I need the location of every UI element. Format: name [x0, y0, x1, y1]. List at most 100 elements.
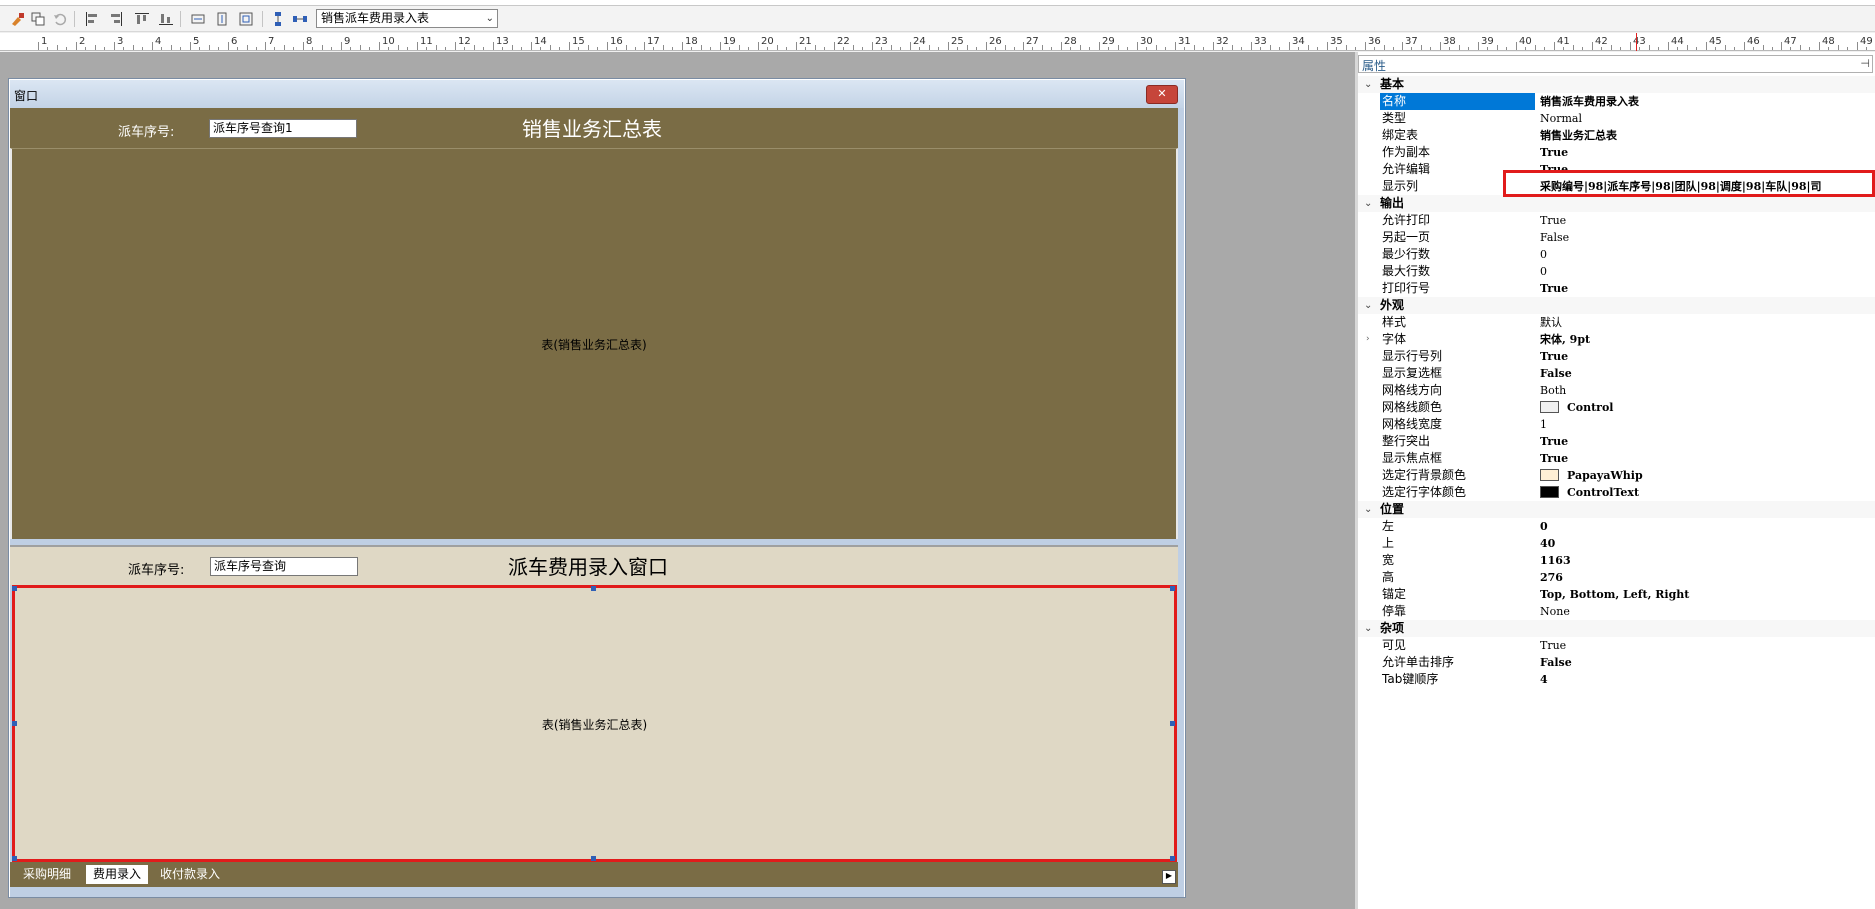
property-row[interactable]: 选定行背景颜色 PapayaWhip: [1358, 467, 1875, 484]
property-value[interactable]: 0: [1538, 518, 1875, 535]
brush-icon[interactable]: [10, 11, 26, 27]
chevron-down-icon[interactable]: ⌄: [1364, 297, 1372, 314]
dispatch-no-input-1[interactable]: 派车序号查询1: [209, 119, 357, 138]
property-row[interactable]: › 字体 宋体, 9pt: [1358, 331, 1875, 348]
property-row[interactable]: 左0: [1358, 518, 1875, 535]
chevron-right-icon[interactable]: ›: [1366, 331, 1370, 348]
align-right-icon[interactable]: [108, 11, 124, 27]
lower-grid-selected[interactable]: 表(销售业务汇总表): [12, 585, 1177, 862]
property-value[interactable]: 4: [1538, 671, 1875, 688]
vertical-spacing-icon[interactable]: [270, 11, 286, 27]
property-row[interactable]: 整行突出 True: [1358, 433, 1875, 450]
property-value[interactable]: False: [1538, 365, 1875, 382]
property-row[interactable]: 显示复选框 False: [1358, 365, 1875, 382]
chevron-down-icon[interactable]: ⌄: [1364, 195, 1372, 212]
property-value[interactable]: Top, Bottom, Left, Right: [1538, 586, 1875, 603]
property-row[interactable]: 宽 1163: [1358, 552, 1875, 569]
property-value[interactable]: 276: [1538, 569, 1875, 586]
property-row[interactable]: 上 40: [1358, 535, 1875, 552]
resize-handle[interactable]: [1170, 856, 1175, 861]
property-row[interactable]: 网格线方向 Both: [1358, 382, 1875, 399]
align-bottom-icon[interactable]: [158, 11, 174, 27]
property-value[interactable]: 宋体, 9pt: [1538, 331, 1875, 348]
property-row[interactable]: 网格线颜色 Control: [1358, 399, 1875, 416]
properties-search[interactable]: 属性 ⊣: [1358, 55, 1873, 73]
chevron-down-icon[interactable]: ⌄: [1364, 76, 1372, 93]
resize-handle[interactable]: [12, 856, 17, 861]
property-value[interactable]: 1163: [1538, 552, 1875, 569]
property-category[interactable]: ⌄ 输出: [1358, 195, 1875, 212]
property-row[interactable]: 选定行字体颜色 ControlText: [1358, 484, 1875, 501]
align-top-icon[interactable]: [134, 11, 150, 27]
tab-expense-entry[interactable]: 费用录入: [86, 865, 149, 884]
property-row[interactable]: 停靠 None: [1358, 603, 1875, 620]
same-width-icon[interactable]: [190, 11, 206, 27]
property-row[interactable]: 作为副本 True: [1358, 144, 1875, 161]
close-icon[interactable]: ✕: [1146, 85, 1178, 104]
property-row[interactable]: 允许打印 True: [1358, 212, 1875, 229]
property-row[interactable]: 锚定 Top, Bottom, Left, Right: [1358, 586, 1875, 603]
chevron-down-icon[interactable]: ⌄: [1364, 620, 1372, 637]
same-size-icon[interactable]: [238, 11, 254, 27]
property-row[interactable]: 显示行号列 True: [1358, 348, 1875, 365]
property-value[interactable]: True: [1538, 433, 1875, 450]
property-value[interactable]: True: [1538, 637, 1875, 654]
tab-payment-entry[interactable]: 收付款录入: [153, 865, 227, 884]
property-value[interactable]: True: [1538, 348, 1875, 365]
property-value[interactable]: True: [1538, 212, 1875, 229]
resize-handle[interactable]: [1170, 721, 1175, 726]
same-height-icon[interactable]: [214, 11, 230, 27]
property-category[interactable]: ⌄ 杂项: [1358, 620, 1875, 637]
property-value[interactable]: 1: [1538, 416, 1875, 433]
property-row[interactable]: 允许单击排序 False: [1358, 654, 1875, 671]
property-row[interactable]: 另起一页 False: [1358, 229, 1875, 246]
property-row[interactable]: 高 276: [1358, 569, 1875, 586]
property-row[interactable]: 样式 默认: [1358, 314, 1875, 331]
property-value[interactable]: True: [1538, 450, 1875, 467]
property-value[interactable]: Normal: [1538, 110, 1875, 127]
resize-handle[interactable]: [591, 586, 596, 591]
property-value[interactable]: None: [1538, 603, 1875, 620]
property-value[interactable]: Both: [1538, 382, 1875, 399]
property-value[interactable]: True: [1538, 280, 1875, 297]
tab-purchase-detail[interactable]: 采购明细: [16, 865, 78, 884]
property-category[interactable]: ⌄ 外观: [1358, 297, 1875, 314]
undo-icon[interactable]: [52, 11, 68, 27]
property-value[interactable]: False: [1538, 229, 1875, 246]
property-category[interactable]: ⌄ 位置: [1358, 501, 1875, 518]
property-row[interactable]: Tab键顺序 4: [1358, 671, 1875, 688]
property-value[interactable]: True: [1538, 144, 1875, 161]
property-value[interactable]: 0: [1538, 246, 1875, 263]
property-row[interactable]: 最少行数 0: [1358, 246, 1875, 263]
horizontal-spacing-icon[interactable]: [292, 11, 308, 27]
property-row[interactable]: 名称 销售派车费用录入表: [1358, 93, 1875, 110]
chevron-down-icon[interactable]: ⌄: [1364, 501, 1372, 518]
property-value[interactable]: PapayaWhip: [1538, 467, 1875, 484]
align-left-icon[interactable]: [84, 11, 100, 27]
property-row[interactable]: 显示焦点框 True: [1358, 450, 1875, 467]
copy-format-icon[interactable]: [30, 11, 46, 27]
property-row[interactable]: 可见 True: [1358, 637, 1875, 654]
property-value[interactable]: 0: [1538, 263, 1875, 280]
property-value[interactable]: 销售业务汇总表: [1538, 127, 1875, 144]
property-value[interactable]: Control: [1538, 399, 1875, 416]
property-value[interactable]: 40: [1538, 535, 1875, 552]
chevron-down-icon[interactable]: ⌄: [486, 10, 494, 27]
pin-icon[interactable]: ⊣: [1860, 57, 1870, 70]
property-row[interactable]: 绑定表 销售业务汇总表: [1358, 127, 1875, 144]
resize-handle[interactable]: [1170, 586, 1175, 591]
property-row[interactable]: 最大行数 0: [1358, 263, 1875, 280]
property-value[interactable]: ControlText: [1538, 484, 1875, 501]
property-category[interactable]: ⌄ 基本: [1358, 76, 1875, 93]
tab-scroll-right-icon[interactable]: ▶: [1162, 870, 1176, 884]
property-value[interactable]: 销售派车费用录入表: [1538, 93, 1875, 110]
upper-grid[interactable]: 表(销售业务汇总表): [10, 148, 1178, 539]
property-row[interactable]: 打印行号 True: [1358, 280, 1875, 297]
property-row[interactable]: 类型 Normal: [1358, 110, 1875, 127]
resize-handle[interactable]: [12, 721, 17, 726]
report-select[interactable]: 销售派车费用录入表 ⌄: [316, 9, 498, 28]
resize-handle[interactable]: [591, 856, 596, 861]
property-value[interactable]: False: [1538, 654, 1875, 671]
property-row[interactable]: 网格线宽度 1: [1358, 416, 1875, 433]
resize-handle[interactable]: [12, 586, 17, 591]
